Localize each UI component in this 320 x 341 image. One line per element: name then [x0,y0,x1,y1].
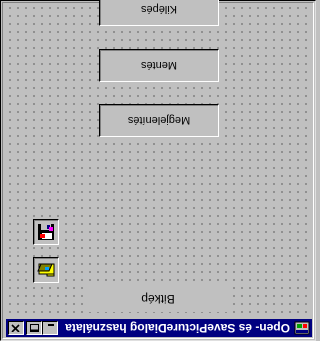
exit-button-label: Kilépés [140,3,178,16]
minimize-button[interactable] [42,321,58,335]
bitmap-label-area[interactable]: Bitkép [86,286,230,312]
save-button[interactable]: Mentés [99,49,219,82]
view-button[interactable]: Megjelenítés [99,104,219,137]
maximize-icon [30,324,39,333]
title-bar[interactable]: Open- és SavePictureDialog használata [6,319,312,337]
bitmap-label: Bitkép [141,292,175,306]
floppy-disk-icon [38,224,54,240]
view-button-label: Megjelenítés [127,114,191,127]
maximize-button[interactable] [26,321,42,335]
form-client-area: Bitkép Megjelenítés Mentés Kilépés [6,0,312,318]
window-title: Open- és SavePictureDialog használata [65,321,290,335]
close-icon [11,324,21,332]
exit-button[interactable]: Kilépés [99,0,219,26]
open-folder-icon [37,263,55,277]
main-window: Open- és SavePictureDialog használata Bi… [0,0,316,341]
open-picture-button[interactable] [33,257,59,283]
save-button-label: Mentés [140,59,178,72]
close-button[interactable] [8,321,24,335]
app-icon [294,321,310,335]
minimize-icon [48,324,54,326]
caption-buttons [8,321,58,335]
save-picture-button[interactable] [33,219,59,245]
